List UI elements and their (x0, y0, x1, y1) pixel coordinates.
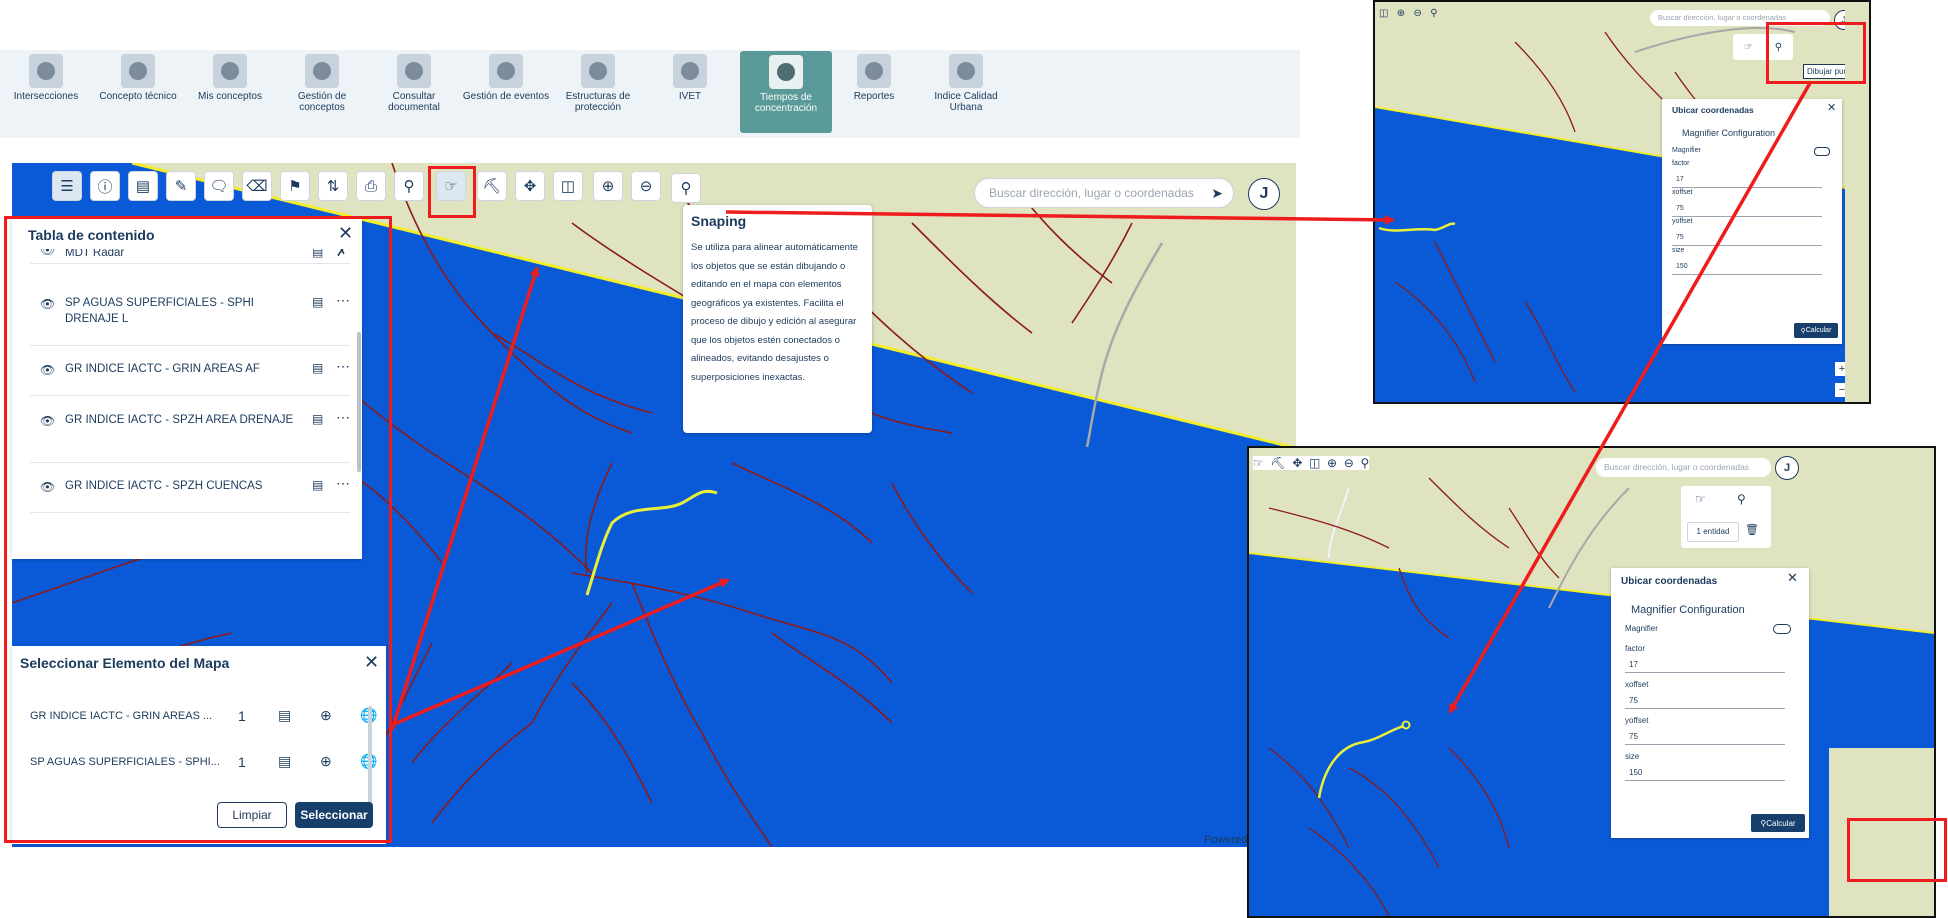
arrow-to-boundary (390, 266, 540, 731)
arrow-to-bottom-inset (1448, 82, 1812, 714)
callout-arrows (390, 82, 1812, 731)
arrow-to-river (391, 578, 730, 727)
arrow-to-top-inset (725, 210, 1395, 225)
